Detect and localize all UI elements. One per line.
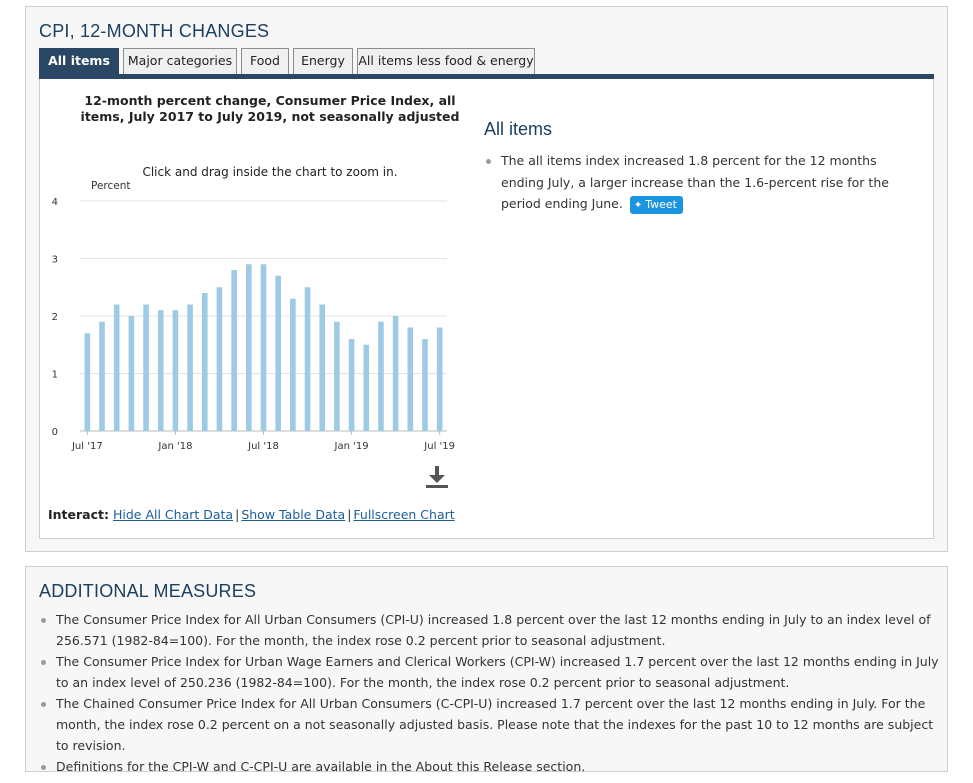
chart-bar[interactable]	[99, 321, 105, 431]
chart-bar[interactable]	[157, 310, 164, 431]
link-separator: |	[347, 507, 352, 522]
fullscreen-chart-link[interactable]: Fullscreen Chart	[353, 507, 454, 522]
cpi-chart[interactable]: Percent 0 1 2 3 4 Jul '17 Jan '18 Jul '18 Jan '1…	[40, 174, 470, 464]
x-tick-label: Jan '18	[157, 441, 192, 452]
list-item: The Chained Consumer Price Index for All…	[39, 693, 939, 756]
x-tick-label: Jan '19	[334, 441, 369, 452]
chart-bar[interactable]	[201, 293, 208, 431]
y-tick-label: 2	[52, 312, 58, 323]
tab-energy[interactable]: Energy	[293, 48, 353, 74]
chart-bar[interactable]	[334, 321, 340, 431]
tab-content: 12-month percent change, Consumer Price …	[39, 79, 934, 539]
cpi-panel-title: CPI, 12-MONTH CHANGES	[39, 21, 270, 41]
tweet-label: Tweet	[645, 197, 677, 211]
summary-heading: All items	[484, 119, 553, 139]
chart-bar[interactable]	[128, 316, 135, 431]
twitter-bird-icon: ✦	[633, 199, 643, 211]
chart-bar[interactable]	[143, 304, 149, 432]
x-tick-label: Jul '17	[71, 441, 103, 452]
chart-bar[interactable]	[422, 339, 428, 431]
chart-bar[interactable]	[246, 264, 252, 431]
list-item: The Consumer Price Index for Urban Wage …	[39, 651, 939, 693]
show-table-data-link[interactable]: Show Table Data	[241, 507, 345, 522]
chart-bar[interactable]	[304, 287, 311, 431]
chart-bar[interactable]	[378, 321, 384, 431]
y-tick-label: 4	[52, 197, 58, 208]
chart-bar[interactable]	[172, 310, 179, 431]
chart-bar[interactable]	[275, 275, 281, 431]
additional-measures-title: ADDITIONAL MEASURES	[39, 581, 257, 601]
interact-label: Interact:	[48, 507, 109, 522]
additional-measures-list: The Consumer Price Index for All Urban C…	[39, 609, 939, 777]
x-tick-label: Jul '19	[423, 441, 455, 452]
chart-bar[interactable]	[436, 327, 443, 432]
interact-bar: Interact: Hide All Chart Data | Show Table…	[48, 507, 455, 522]
chart-bar[interactable]	[348, 339, 355, 431]
chart-bar[interactable]	[216, 287, 223, 431]
chart-bar[interactable]	[290, 298, 296, 431]
summary-section: All items The all items index increased …	[484, 119, 904, 215]
chart-bar[interactable]	[392, 316, 399, 431]
y-tick-label: 0	[52, 427, 58, 438]
y-tick-label: 3	[52, 255, 58, 266]
chart-bar[interactable]	[407, 327, 414, 432]
y-tick-label: 1	[52, 370, 58, 381]
download-icon[interactable]	[424, 465, 450, 489]
chart-bar[interactable]	[113, 304, 120, 432]
tab-all-items[interactable]: All items	[39, 48, 119, 76]
link-separator: |	[235, 507, 240, 522]
hide-all-chart-data-link[interactable]: Hide All Chart Data	[113, 507, 233, 522]
y-axis-title: Percent	[91, 180, 131, 192]
summary-text: The all items index increased 1.8 percen…	[501, 153, 889, 211]
chart-bar[interactable]	[363, 344, 370, 431]
tab-food[interactable]: Food	[241, 48, 289, 74]
chart-title: 12-month percent change, Consumer Price …	[80, 93, 460, 124]
list-item: The Consumer Price Index for All Urban C…	[39, 609, 939, 651]
tweet-button[interactable]: ✦ Tweet	[629, 195, 683, 214]
chart-bar[interactable]	[319, 304, 326, 432]
additional-measures-panel: ADDITIONAL MEASURES The Consumer Price I…	[25, 566, 948, 774]
cpi-panel: CPI, 12-MONTH CHANGES All items Major ca…	[25, 6, 948, 552]
x-tick-label: Jul '18	[247, 441, 279, 452]
summary-list: The all items index increased 1.8 percen…	[484, 150, 904, 215]
chart-bar[interactable]	[84, 333, 91, 431]
chart-bar[interactable]	[231, 270, 237, 431]
tab-major-categories[interactable]: Major categories	[123, 48, 237, 74]
list-item: Definitions for the CPI-W and C-CPI-U ar…	[39, 756, 939, 777]
chart-bar[interactable]	[187, 304, 193, 432]
chart-bar[interactable]	[260, 264, 267, 431]
summary-item: The all items index increased 1.8 percen…	[484, 150, 904, 215]
tab-all-items-less-food-energy[interactable]: All items less food & energy	[357, 48, 535, 74]
